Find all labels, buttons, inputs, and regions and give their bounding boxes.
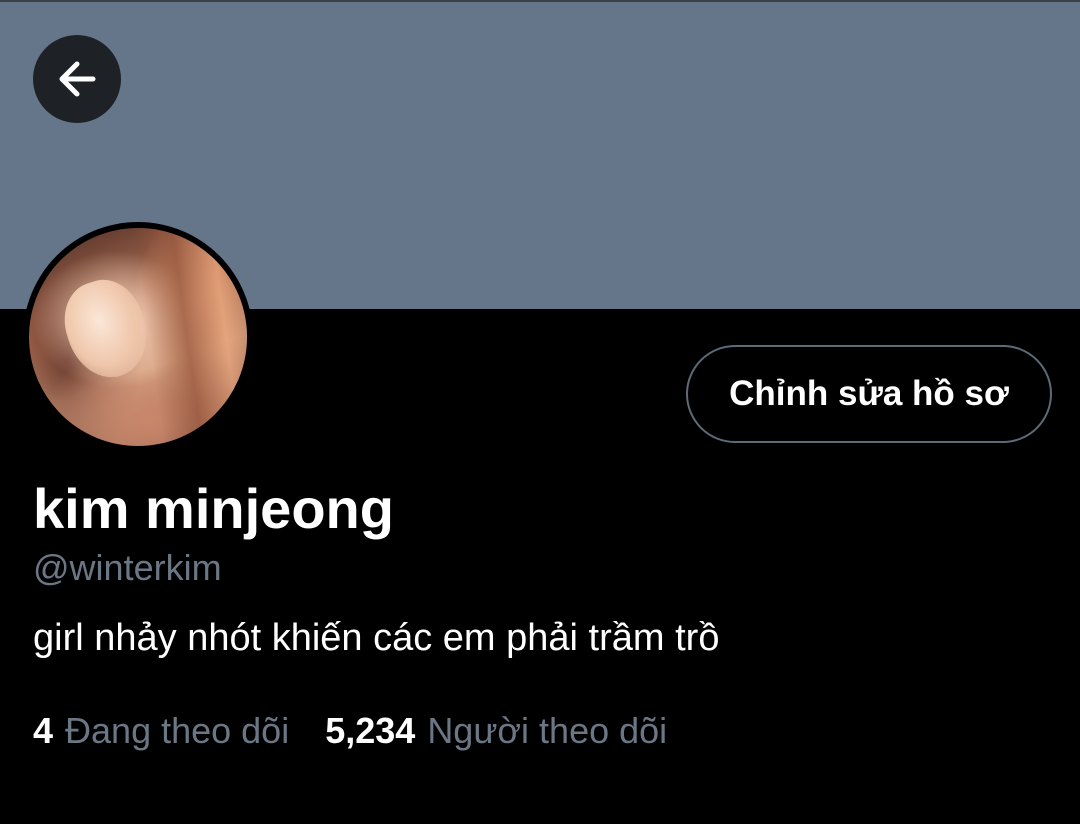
avatar-photo (29, 228, 247, 446)
following-count: 4 (33, 710, 54, 751)
followers-stat[interactable]: 5,234 Người theo dõi (325, 708, 667, 754)
display-name: kim minjeong (33, 477, 394, 540)
followers-count: 5,234 (325, 710, 416, 751)
profile-stats: 4 Đang theo dõi 5,234 Người theo dõi (33, 708, 703, 754)
arrow-left-icon (59, 61, 96, 97)
following-stat[interactable]: 4 Đang theo dõi (33, 708, 289, 754)
tab-bar-edge (0, 812, 1080, 824)
avatar[interactable] (23, 222, 253, 452)
following-label: Đang theo dõi (65, 710, 290, 751)
avatar-photo-hair (132, 228, 247, 446)
followers-label: Người theo dõi (427, 710, 668, 751)
profile-bio: girl nhảy nhót khiến các em phải trầm tr… (33, 617, 720, 659)
edit-profile-button[interactable]: Chỉnh sửa hồ sơ (686, 345, 1052, 443)
profile-screen: Chỉnh sửa hồ sơ kim minjeong @winterkim … (0, 0, 1080, 824)
user-handle: @winterkim (33, 547, 222, 588)
back-button[interactable] (33, 35, 121, 123)
